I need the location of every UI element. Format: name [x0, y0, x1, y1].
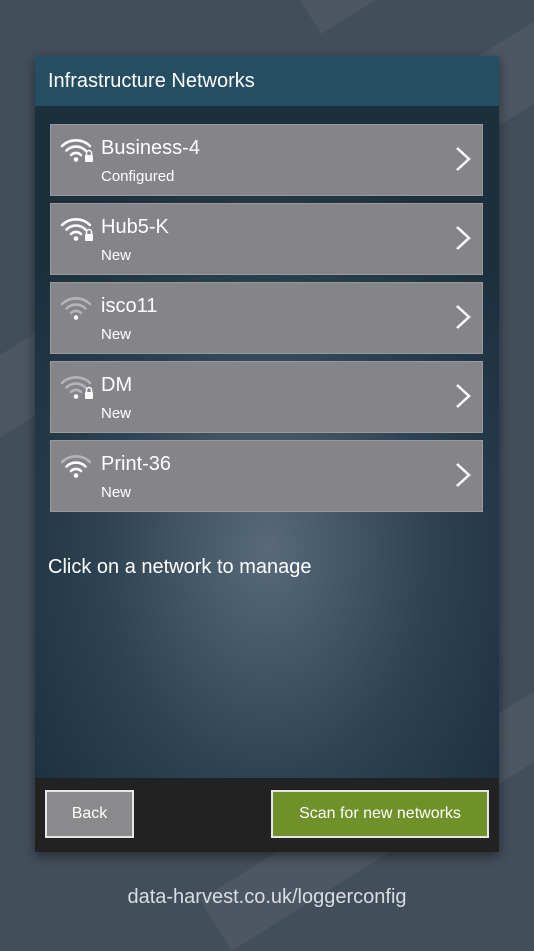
page-title: Infrastructure Networks	[35, 56, 499, 106]
chevron-right-icon	[456, 384, 471, 408]
chevron-right-icon	[456, 305, 471, 329]
network-name: Hub5-K	[101, 216, 169, 238]
network-status: New	[101, 247, 132, 264]
network-name: DM	[101, 374, 133, 396]
network-status: Configured	[101, 168, 175, 185]
network-item-business-4[interactable]: Business-4 Configured	[50, 124, 483, 196]
wifi-weak-locked-icon	[60, 376, 93, 399]
scan-networks-button[interactable]: Scan for new networks	[271, 790, 489, 838]
back-button[interactable]: Back	[45, 790, 134, 838]
networks-panel: Infrastructure Networks Business-4 Confi…	[35, 56, 499, 852]
wifi-medium-icon	[60, 455, 92, 478]
network-name: isco11	[101, 295, 158, 317]
background-stripe	[300, 0, 534, 34]
network-status: New	[101, 484, 132, 501]
network-status: New	[101, 326, 132, 343]
website-url: data-harvest.co.uk/loggerconfig	[127, 886, 407, 908]
chevron-right-icon	[456, 147, 471, 171]
chevron-right-icon	[456, 463, 471, 487]
network-name: Print-36	[101, 453, 172, 475]
network-item-hub5-k[interactable]: Hub5-K New	[50, 203, 483, 275]
wifi-weak-icon	[60, 297, 92, 320]
network-item-print-36[interactable]: Print-36 New	[50, 440, 483, 512]
network-item-isco11[interactable]: isco11 New	[50, 282, 483, 354]
network-status: New	[101, 405, 132, 422]
footer-bar: Back Scan for new networks	[35, 778, 499, 852]
instruction-text: Click on a network to manage	[48, 556, 312, 578]
chevron-right-icon	[456, 226, 471, 250]
network-list: Business-4 Configured Hub5-K New isco11 …	[50, 124, 483, 519]
wifi-strong-locked-icon	[60, 218, 93, 241]
network-name: Business-4	[101, 137, 200, 159]
network-item-dm[interactable]: DM New	[50, 361, 483, 433]
wifi-strong-locked-icon	[60, 139, 93, 162]
